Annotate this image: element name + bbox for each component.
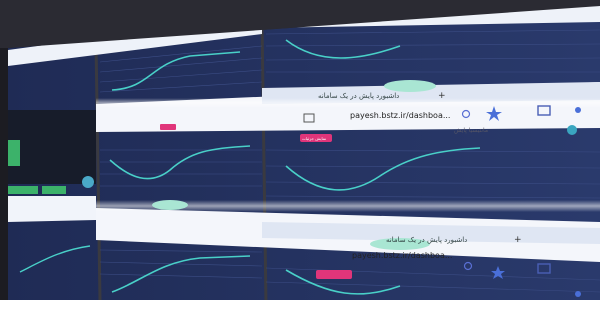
avatar <box>567 125 577 135</box>
left-browser-chrome <box>8 196 96 222</box>
middle-tab-title[interactable]: داشبورد پایش در یک سامانه <box>318 92 399 100</box>
left-avatar <box>82 176 94 188</box>
bottom-new-tab-button[interactable]: + <box>514 235 522 245</box>
bottom-url-field[interactable]: payesh.bstz.ir/dashboa... <box>352 251 452 260</box>
video-wall-scene: داشبورد پایش در یک سامانه + payesh.bstz.… <box>0 0 600 311</box>
profile-icon[interactable] <box>575 107 581 113</box>
bottom-profile-icon[interactable] <box>575 291 581 297</box>
video-wall-photo: داشبورد پایش در یک سامانه + payesh.bstz.… <box>0 0 600 311</box>
video-wall <box>8 6 600 306</box>
new-tab-button[interactable]: + <box>438 91 446 101</box>
photo-bottom-border <box>0 300 600 311</box>
small-red-badge[interactable] <box>160 124 176 130</box>
url-field[interactable]: payesh.bstz.ir/dashboa... <box>350 111 450 120</box>
username-label: مانتیسیا پایش <box>454 127 488 134</box>
left-green-status <box>8 140 20 166</box>
left-dark-panel <box>8 110 96 184</box>
page-button-bottom[interactable] <box>316 270 352 279</box>
page-button-label[interactable]: نمایش جزئیات <box>302 136 326 141</box>
chart-tooltip-blob-middle <box>152 200 188 210</box>
left-green-button-2[interactable] <box>42 186 66 194</box>
left-green-button-1[interactable] <box>8 186 38 194</box>
chart-tooltip-blob-top <box>384 80 436 92</box>
bottom-tab-title[interactable]: داشبورد پایش در یک سامانه <box>386 236 467 244</box>
